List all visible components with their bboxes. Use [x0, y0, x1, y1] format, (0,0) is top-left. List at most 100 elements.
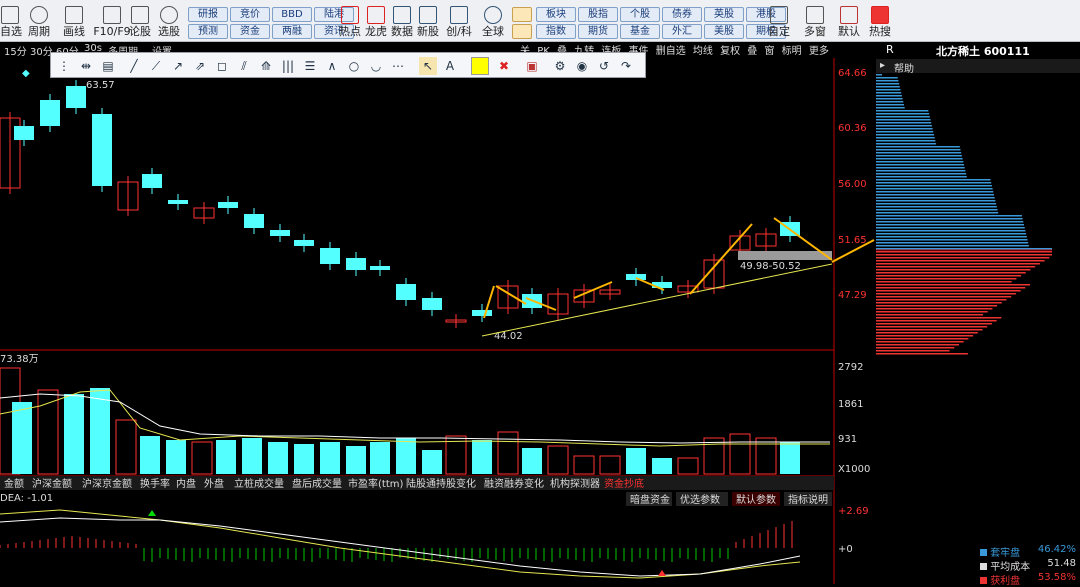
circle-icon[interactable]: ○: [345, 57, 363, 75]
chip-bar: [876, 170, 966, 172]
toolbar-item-custom[interactable]: 自定: [764, 0, 794, 42]
volume-bar: [547, 445, 569, 475]
toolbar-item-draw[interactable]: 画线: [60, 0, 88, 42]
tab-ma[interactable]: 均线: [693, 46, 713, 57]
ind-tab-stake-vol[interactable]: 立桩成交量: [234, 477, 284, 490]
select-pointer-icon[interactable]: ↖: [419, 57, 437, 75]
volume-bar: [599, 455, 621, 475]
ind-tab-institution[interactable]: 机构探测器: [550, 477, 600, 490]
toolbar-item-discuss[interactable]: 论股: [128, 0, 152, 42]
chip-bar: [876, 254, 1052, 256]
toolbar-item-ipo[interactable]: 新股: [416, 0, 440, 42]
toolbar-item-data[interactable]: 数据: [390, 0, 414, 42]
ind-tab-hsj-amount[interactable]: 沪深京金额: [82, 477, 132, 490]
futures-button[interactable]: 期货: [578, 24, 618, 39]
wave-icon[interactable]: ∧: [323, 57, 341, 75]
parallel-icon[interactable]: ⫽: [235, 57, 253, 75]
forecast-button[interactable]: 预测: [188, 24, 228, 39]
text-icon[interactable]: A: [441, 57, 459, 75]
line-icon[interactable]: ⟋: [147, 57, 165, 75]
toolbar-item-multiwindow[interactable]: 多窗: [800, 0, 830, 42]
arrow-icon[interactable]: ⇗: [191, 57, 209, 75]
eye-icon[interactable]: ◉: [573, 57, 591, 75]
tab-15min[interactable]: 15分: [4, 43, 27, 58]
ind-tab-bottom[interactable]: 资金抄底: [604, 477, 644, 490]
color-picker-icon[interactable]: [471, 57, 489, 75]
chip-bar: [876, 137, 935, 139]
ruler-icon[interactable]: ▤: [99, 57, 117, 75]
rect-icon[interactable]: ◻: [213, 57, 231, 75]
toolbar-item-screener[interactable]: 选股: [156, 0, 182, 42]
kline-chart[interactable]: 64.66 60.36 56.00 51.65 47.29 2792 1861 …: [0, 58, 876, 584]
stock-button[interactable]: 个股: [620, 7, 660, 22]
bbd-button[interactable]: BBD: [272, 7, 312, 22]
tab-stack[interactable]: 叠: [747, 46, 757, 57]
chip-bar: [876, 218, 1023, 220]
toolbar-item-hot-search[interactable]: 热搜: [866, 0, 894, 42]
bookmark-icon[interactable]: ▣: [523, 57, 541, 75]
sector-button[interactable]: 板块: [536, 7, 576, 22]
up-arrow-icon[interactable]: [512, 7, 532, 22]
ind-tab-amount[interactable]: 金额: [4, 477, 24, 490]
legend-swatch: [980, 577, 987, 584]
toolbar-item-global[interactable]: 全球: [480, 0, 506, 42]
more-icon[interactable]: ⋯: [389, 57, 407, 75]
toolbar-item-default[interactable]: 默认: [834, 0, 864, 42]
ind-tab-turnover[interactable]: 换手率: [140, 477, 170, 490]
ray-icon[interactable]: ↗: [169, 57, 187, 75]
indicator-desc-button[interactable]: 指标说明: [788, 493, 828, 506]
fan-icon[interactable]: ⟰: [257, 57, 275, 75]
ind-tab-outside[interactable]: 外盘: [204, 477, 224, 490]
drag-handle-icon[interactable]: ⋮: [55, 57, 73, 75]
tab-window[interactable]: 窗: [764, 46, 774, 57]
ind-tab-after-vol[interactable]: 盘后成交量: [292, 477, 342, 490]
toolbar-item-f10[interactable]: F10/F9: [92, 0, 132, 42]
us-stock-button[interactable]: 美股: [704, 24, 744, 39]
fund-button[interactable]: 基金: [620, 24, 660, 39]
chip-bar: [876, 353, 968, 355]
uk-stock-button[interactable]: 英股: [704, 7, 744, 22]
ind-tab-hs-amount[interactable]: 沪深金额: [32, 477, 72, 490]
ind-tab-northbound[interactable]: 陆股通持股变化: [406, 477, 476, 490]
toolbar-item-dragon-tiger[interactable]: 龙虎: [364, 0, 388, 42]
toolbar-item-watchlist[interactable]: 自选: [0, 0, 22, 42]
volume-bar: [12, 402, 32, 474]
dark-fund-button[interactable]: 暗盘资金: [630, 493, 670, 506]
ind-tab-inside[interactable]: 内盘: [176, 477, 196, 490]
chip-bar: [876, 134, 934, 136]
chip-bar: [876, 320, 997, 322]
toolbar-item-period[interactable]: 周期: [24, 0, 54, 42]
tab-remove-watchlist[interactable]: 删自选: [656, 46, 686, 57]
gear-icon[interactable]: ⚙: [551, 57, 569, 75]
funds-button[interactable]: 资金: [230, 24, 270, 39]
help-icon[interactable]: ▸: [880, 60, 885, 71]
delete-icon[interactable]: ✖: [495, 57, 513, 75]
optimal-params-button[interactable]: 优选参数: [680, 493, 720, 506]
help-link[interactable]: 帮助: [894, 60, 914, 75]
auction-button[interactable]: 竞价: [230, 7, 270, 22]
hline-icon[interactable]: ⇹: [77, 57, 95, 75]
arc-icon[interactable]: ◡: [367, 57, 385, 75]
toolbar-item-chinext[interactable]: 创/科: [442, 0, 476, 42]
down-arrow-icon[interactable]: [512, 24, 532, 39]
index-button[interactable]: 指数: [536, 24, 576, 39]
bond-button[interactable]: 债券: [662, 7, 702, 22]
tab-more[interactable]: 更多: [809, 46, 829, 57]
report-button[interactable]: 研报: [188, 7, 228, 22]
share-icon[interactable]: ↷: [617, 57, 635, 75]
fib-icon[interactable]: ☰: [301, 57, 319, 75]
ind-tab-pe[interactable]: 市盈率(ttm): [348, 477, 403, 490]
default-params-button[interactable]: 默认参数: [736, 493, 776, 506]
forex-button[interactable]: 外汇: [662, 24, 702, 39]
undo-icon[interactable]: ↺: [595, 57, 613, 75]
toolbar-item-hot[interactable]: 热点: [338, 0, 362, 42]
tab-adjust[interactable]: 复权: [720, 46, 740, 57]
bars-icon[interactable]: |||: [279, 57, 297, 75]
margin-button[interactable]: 两融: [272, 24, 312, 39]
volume-bar: [677, 457, 699, 475]
index-futures-button[interactable]: 股指: [578, 7, 618, 22]
volume-bar: [37, 389, 59, 475]
ind-tab-margin[interactable]: 融资融券变化: [484, 477, 544, 490]
tab-annotate[interactable]: 标明: [782, 46, 802, 57]
segment-icon[interactable]: ╱: [125, 57, 143, 75]
